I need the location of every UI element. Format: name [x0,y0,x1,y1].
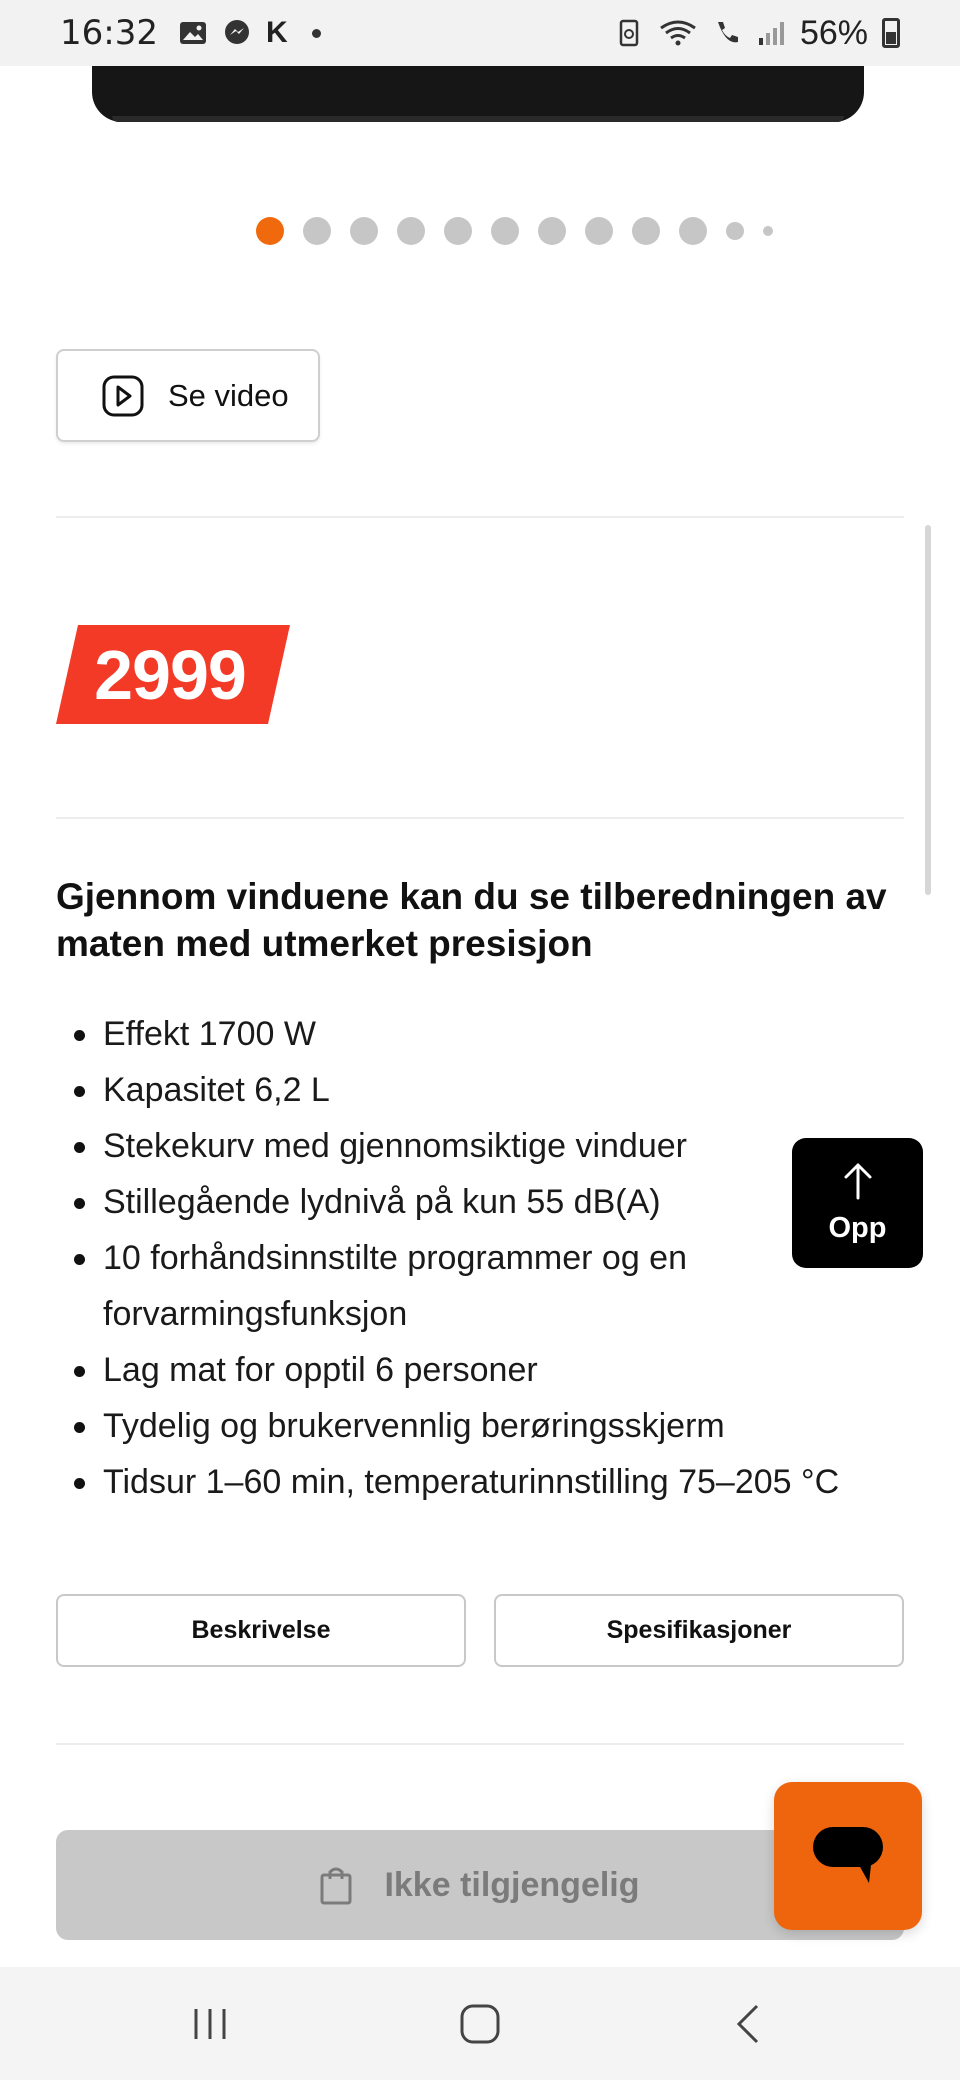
carousel-dot[interactable] [538,217,566,245]
scrollbar[interactable] [925,525,931,895]
feature-item: 10 forhåndsinnstilte programmer og en fo… [56,1230,896,1342]
back-to-top-button[interactable]: Opp [792,1138,923,1268]
feature-item: Effekt 1700 W [56,1006,896,1062]
feature-item: Tidsur 1–60 min, temperaturinnstilling 7… [56,1454,896,1510]
carousel-dot[interactable] [444,217,472,245]
price-badge: 2999 [56,625,290,724]
system-nav-bar [0,1967,960,2080]
carousel-dot[interactable] [350,217,378,245]
product-headline: Gjennom vinduene kan du se tilberedninge… [56,876,887,964]
back-to-top-label: Opp [828,1211,887,1244]
tab-description[interactable]: Beskrivelse [56,1594,466,1667]
chat-button[interactable] [774,1782,922,1930]
price-amount: 2999 [94,635,247,714]
chat-bubble-icon [813,1827,883,1883]
feature-item: Kapasitet 6,2 L [56,1062,896,1118]
feature-item: Stekekurv med gjennomsiktige vinduer [56,1118,896,1174]
carousel-pagination[interactable] [256,217,773,245]
battery-percent: 56% [799,13,868,52]
klarna-k-icon: K [265,16,288,49]
feature-item: Lag mat for opptil 6 personer [56,1342,896,1398]
arrow-up-icon [844,1163,871,1199]
see-video-label: Se video [168,377,289,413]
battery-icon [882,18,900,48]
status-time: 16:32 [60,13,158,53]
play-icon [102,375,144,416]
home-icon [460,2004,500,2043]
recent-apps-button[interactable] [150,1967,270,2080]
system-icons: 56% [614,14,900,53]
recycle-icon [619,19,639,47]
signal-icon [758,22,784,45]
divider [56,516,904,518]
divider [56,1743,904,1745]
carousel-dot[interactable] [585,217,613,245]
status-bar: 16:32 K 56% [0,0,960,66]
carousel-dot[interactable] [632,217,660,245]
carousel-dot[interactable] [491,217,519,245]
unavailable-label: Ikke tilgjengelig [384,1865,640,1904]
carousel-dot[interactable] [303,217,331,245]
back-icon [736,2004,759,2043]
feature-list: Effekt 1700 W Kapasitet 6,2 L Stekekurv me… [56,1006,896,1510]
feature-item: Tydelig og brukervennlig berøringsskjerm [56,1398,896,1454]
notification-icons: K [178,16,321,50]
recent-apps-icon [194,2008,226,2039]
carousel-dot[interactable] [679,217,707,245]
messenger-icon [224,20,249,44]
divider [56,817,904,819]
carousel-dot[interactable] [763,226,773,236]
shopping-bag-icon [320,1867,352,1905]
back-button[interactable] [688,1967,808,2080]
carousel-dot[interactable] [256,217,284,245]
tab-specifications[interactable]: Spesifikasjoner [494,1594,904,1667]
wifi-6e-icon [660,20,696,46]
carousel-dot[interactable] [397,217,425,245]
wifi-calling-icon [717,22,738,43]
see-video-button[interactable]: Se video [56,349,320,442]
carousel-dot[interactable] [726,222,744,240]
dot-icon [311,28,321,38]
image-icon [179,22,206,44]
feature-item: Stillegående lydnivå på kun 55 dB(A) [56,1174,896,1230]
product-image[interactable] [92,66,864,122]
home-button[interactable] [420,1967,540,2080]
